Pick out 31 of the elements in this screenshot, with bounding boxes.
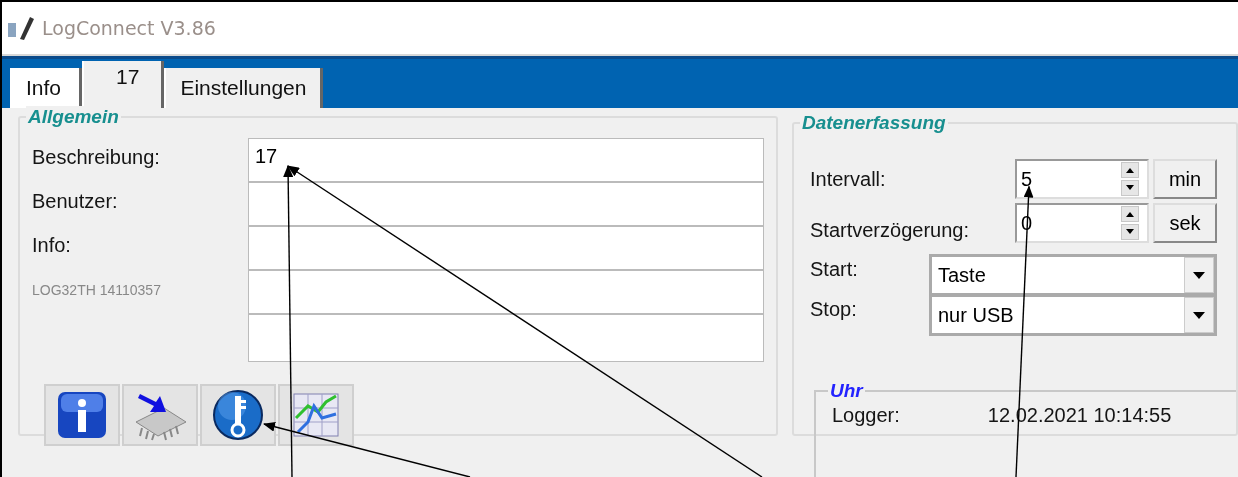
- window-title: LogConnect V3.86: [42, 17, 216, 39]
- field-label: Startverzögerung:: [810, 218, 970, 242]
- caret-icon: [1192, 310, 1206, 320]
- field-label: Stop:: [810, 297, 858, 321]
- spin-field[interactable]: 5: [1015, 159, 1149, 199]
- toolbar-button[interactable]: [122, 384, 198, 446]
- tab[interactable]: Info: [10, 68, 83, 108]
- dropdown[interactable]: nur USB: [929, 294, 1217, 336]
- unit-button[interactable]: sek: [1153, 203, 1217, 243]
- dropdown[interactable]: Taste: [929, 254, 1217, 296]
- app-icon: [6, 15, 36, 41]
- text-field[interactable]: [248, 314, 764, 362]
- text-field[interactable]: 17: [248, 138, 764, 182]
- text-field[interactable]: [248, 226, 764, 270]
- device-label: LOG32TH 14110357: [32, 282, 162, 298]
- field-label: Logger:: [832, 404, 900, 427]
- field-label: Intervall:: [810, 167, 887, 191]
- field-label: Info:: [32, 234, 71, 256]
- group-title: Allgemein: [26, 106, 121, 128]
- caret-icon: [1192, 270, 1206, 280]
- tab[interactable]: 17: [82, 61, 165, 108]
- toolbar-button[interactable]: [278, 384, 354, 446]
- text-field[interactable]: [248, 270, 764, 314]
- text-field[interactable]: [248, 182, 764, 226]
- unit-button[interactable]: min: [1153, 159, 1217, 199]
- field-label: Benutzer:: [32, 190, 118, 212]
- tab[interactable]: Einstellungen: [164, 68, 324, 108]
- toolbar-button[interactable]: [200, 384, 276, 446]
- toolbar-button[interactable]: [44, 384, 120, 446]
- field-label: Beschreibung:: [32, 146, 160, 168]
- field-label: Start:: [810, 257, 859, 281]
